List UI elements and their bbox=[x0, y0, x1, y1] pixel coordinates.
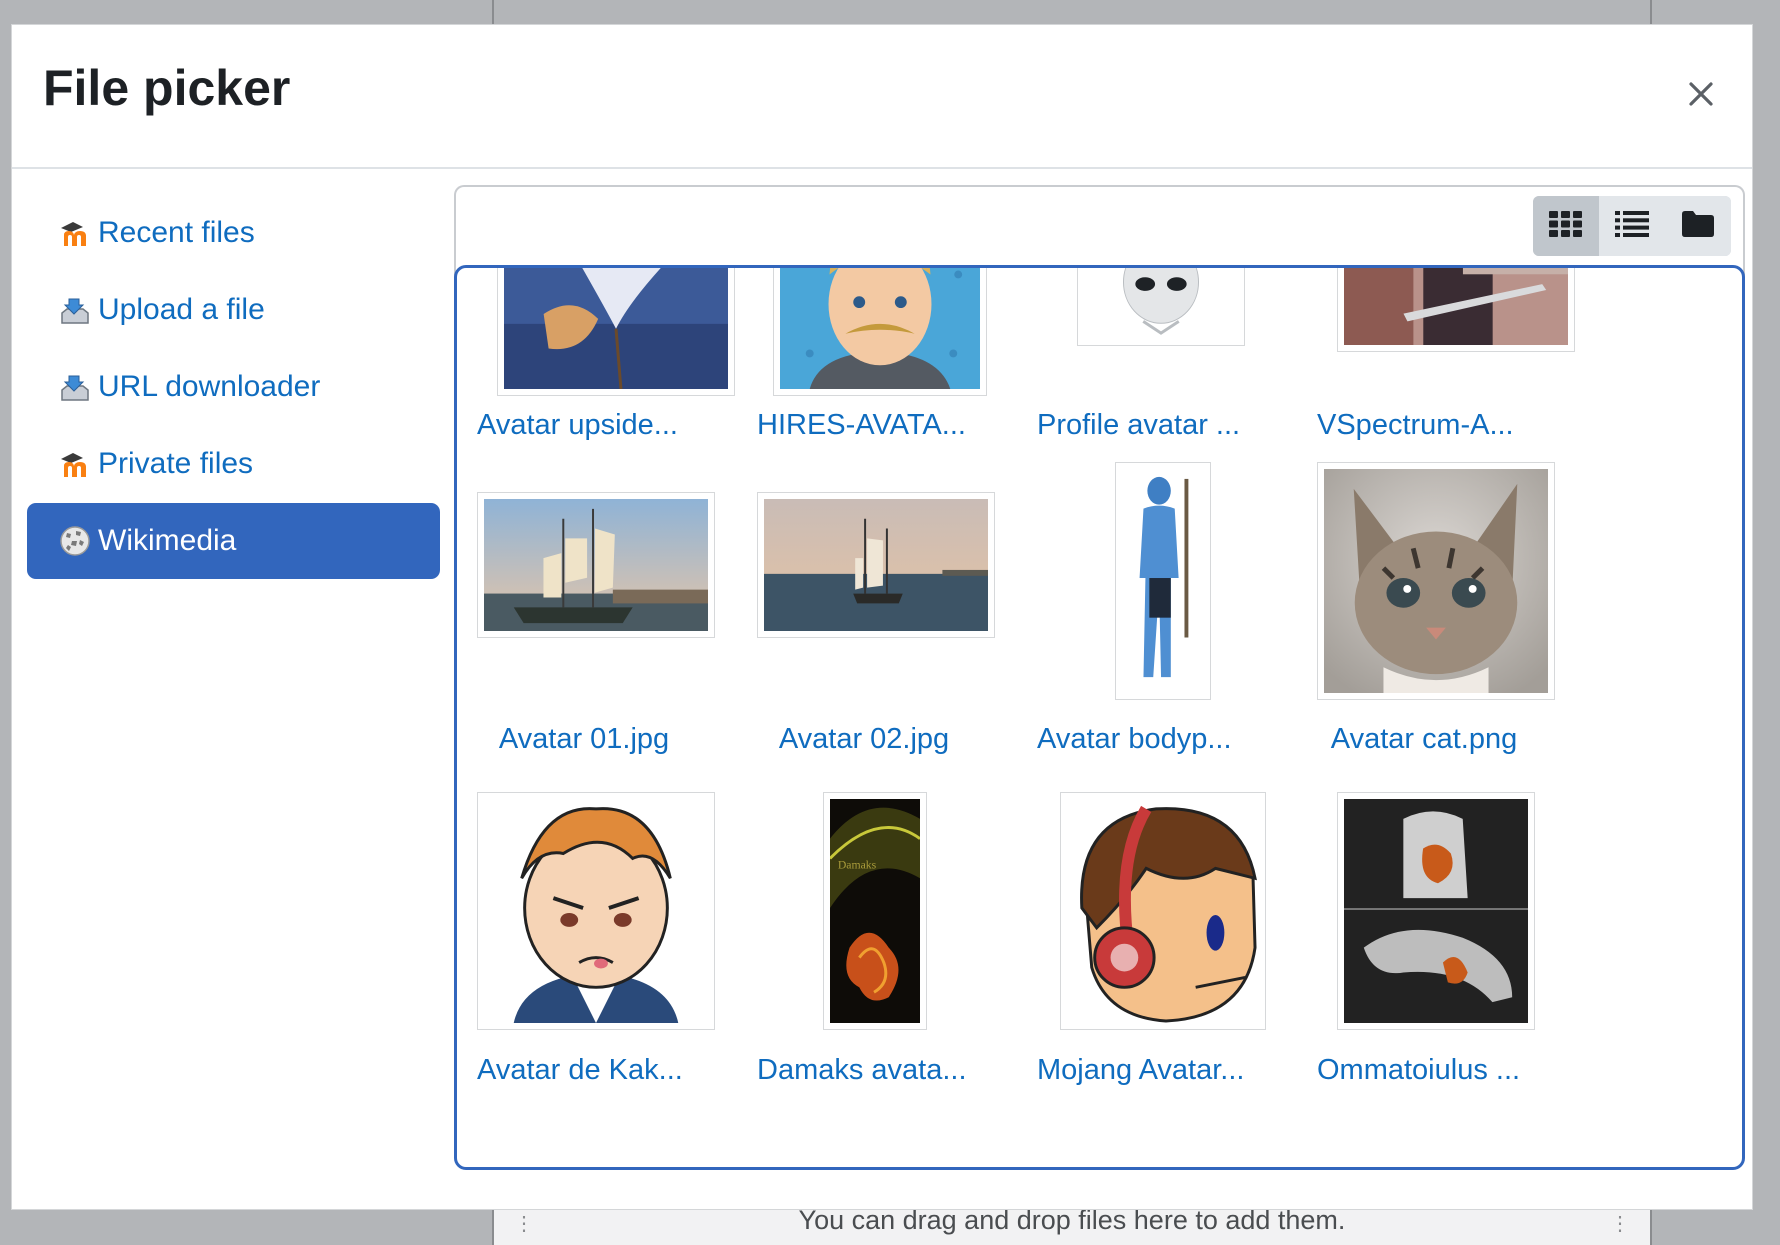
file-tile[interactable]: Avatar 02.jpg bbox=[757, 492, 1027, 782]
drag-handle-icon: ⋮ bbox=[1610, 1213, 1630, 1235]
sidebar-item-url-downloader[interactable]: URL downloader bbox=[27, 349, 440, 425]
dialog-title: File picker bbox=[43, 60, 291, 116]
sidebar-item-label: Upload a file bbox=[98, 293, 265, 326]
close-icon bbox=[1688, 81, 1714, 112]
file-tile[interactable]: Ommatoiulus ... bbox=[1317, 792, 1587, 1086]
file-thumbnail bbox=[1077, 268, 1245, 346]
sidebar-item-wikimedia[interactable]: Wikimedia bbox=[27, 503, 440, 579]
sidebar-item-private-files[interactable]: Private files bbox=[27, 426, 440, 502]
svg-text:Damaks: Damaks bbox=[838, 857, 877, 871]
repository-list: Recent files Upload a file URL downloade… bbox=[27, 195, 440, 580]
file-tile[interactable]: Avatar bodyp... bbox=[1037, 462, 1307, 755]
file-name: Avatar de Kak... bbox=[477, 1054, 683, 1086]
file-tile[interactable]: Mojang Avatar... bbox=[1037, 792, 1307, 1086]
file-name: Mojang Avatar... bbox=[1037, 1054, 1245, 1086]
file-thumbnail: Damaks bbox=[823, 792, 927, 1030]
background-divider bbox=[1650, 0, 1652, 24]
file-name: Ommatoiulus ... bbox=[1317, 1054, 1521, 1086]
file-thumbnail bbox=[1337, 268, 1575, 352]
file-thumbnail bbox=[757, 492, 995, 638]
file-name: Avatar bodyp... bbox=[1037, 723, 1232, 755]
file-tile[interactable]: HIRES-AVATA... bbox=[757, 268, 1027, 518]
wikimedia-icon bbox=[58, 524, 92, 558]
file-name: HIRES-AVATA... bbox=[757, 409, 966, 441]
list-view-button[interactable] bbox=[1599, 196, 1665, 256]
file-thumbnail bbox=[477, 492, 715, 638]
moodle-icon bbox=[58, 447, 92, 481]
file-tile[interactable]: Avatar cat.png bbox=[1317, 462, 1587, 755]
folder-view-button[interactable] bbox=[1665, 196, 1731, 256]
upload-icon bbox=[58, 293, 92, 327]
file-name: Avatar cat.png bbox=[1330, 723, 1518, 755]
sidebar-item-label: Recent files bbox=[98, 216, 255, 249]
file-thumbnail bbox=[477, 792, 715, 1030]
file-tile[interactable]: Avatar de Kak... bbox=[477, 792, 747, 1086]
file-grid: Avatar upside... HIRES-AVATA... Profile … bbox=[454, 265, 1745, 1170]
sidebar-item-recent-files[interactable]: Recent files bbox=[27, 195, 440, 271]
background-divider bbox=[492, 0, 494, 24]
file-thumbnail bbox=[1060, 792, 1266, 1030]
file-name: Avatar upside... bbox=[477, 409, 678, 441]
file-thumbnail bbox=[497, 268, 735, 396]
download-icon bbox=[58, 370, 92, 404]
file-thumbnail bbox=[1317, 462, 1555, 700]
grid-view-button[interactable] bbox=[1533, 196, 1599, 256]
grid-view-icon bbox=[1549, 210, 1583, 242]
sidebar-item-label: Wikimedia bbox=[98, 524, 237, 557]
sidebar-item-label: URL downloader bbox=[98, 370, 321, 403]
file-tile[interactable]: Avatar 01.jpg bbox=[477, 492, 747, 782]
sidebar-item-label: Private files bbox=[98, 447, 254, 480]
file-thumbnail bbox=[1337, 792, 1535, 1030]
file-name: VSpectrum-A... bbox=[1317, 409, 1514, 441]
file-tile[interactable]: Damaks Damaks avata... bbox=[757, 792, 1027, 1086]
sidebar-item-upload-a-file[interactable]: Upload a file bbox=[27, 272, 440, 348]
background-dropzone: ⋮ You can drag and drop files here to ad… bbox=[492, 1205, 1652, 1245]
moodle-icon bbox=[58, 216, 92, 250]
file-tile[interactable]: Avatar upside... bbox=[477, 268, 747, 518]
view-mode-switcher bbox=[1533, 196, 1731, 256]
folder-view-icon bbox=[1682, 210, 1714, 242]
close-button[interactable] bbox=[1678, 73, 1724, 119]
file-thumbnail bbox=[773, 268, 987, 396]
file-name: Profile avatar ... bbox=[1037, 409, 1241, 441]
file-thumbnail bbox=[1115, 462, 1211, 700]
list-view-icon bbox=[1615, 210, 1649, 242]
file-picker-dialog: File picker Recent files Upload a file U… bbox=[11, 24, 1753, 1210]
dialog-header: File picker bbox=[12, 25, 1752, 169]
file-name: Damaks avata... bbox=[757, 1054, 967, 1086]
file-name: Avatar 01.jpg bbox=[498, 723, 670, 755]
file-name: Avatar 02.jpg bbox=[778, 723, 950, 755]
